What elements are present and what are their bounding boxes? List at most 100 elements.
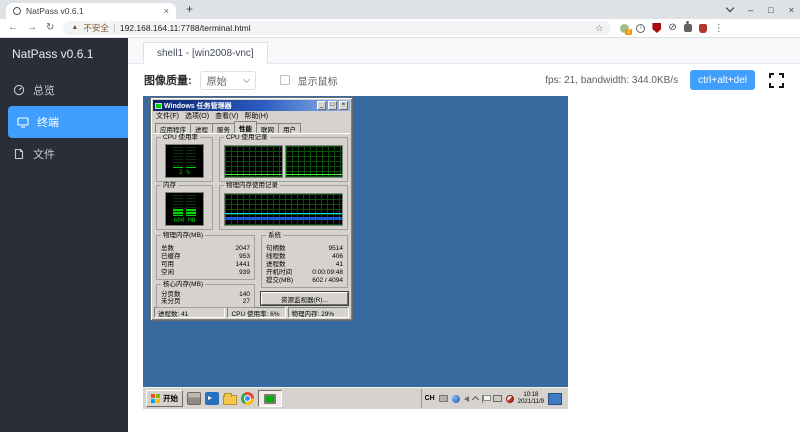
physical-memory-legend: 物理内存(MB) [161,232,206,239]
clock-date: 2021/11/9 [517,398,544,405]
stat-row: 句柄数 9514 [266,244,343,252]
extension-badge: 2 [625,28,633,35]
tab-users[interactable]: 用户 [278,123,301,134]
security-label: 不安全 [83,23,109,33]
gauge-icon [13,84,25,96]
maximize-button[interactable]: □ [768,5,773,15]
taskmgr-tabs: 应用程序 进程 服务 性能 联网 用户 [153,121,350,134]
taskbar-clock[interactable]: 10:18 2021/11/9 [518,392,544,406]
close-button[interactable]: × [789,5,794,15]
memory-history-legend: 物理内存使用记录 [224,182,280,189]
fps-bandwidth-text: fps: 21, bandwidth: 344.0KB/s [545,74,679,86]
start-button[interactable]: 开始 [146,390,183,407]
stat-row: 未分页 27 [161,298,250,305]
tab-performance[interactable]: 性能 [234,121,257,133]
sidebar-item-label: 终端 [37,117,59,129]
volume-tray-icon[interactable] [505,394,514,403]
cpu-usage-legend: CPU 使用率 [161,134,201,141]
memory-legend: 内存 [161,182,178,189]
vnc-canvas[interactable]: Windows 任务管理器 _ □ × 文件(F) 选项(O) 查看(V) 帮助… [143,96,568,409]
extensions-puzzle-icon[interactable] [683,21,692,32]
memory-gauge: 600 MB [165,192,204,226]
physical-memory-group: 物理内存(MB) 总数 2047 已缓存 953 可用 1441 空闲 939 [156,232,255,280]
show-cursor-checkbox[interactable] [279,75,290,85]
stat-row: 已缓存 953 [161,252,250,260]
cpu-history-graph-1 [224,145,283,178]
start-label: 开始 [163,394,178,403]
printer-tray-icon[interactable] [438,395,448,402]
chevron-down-icon [242,75,250,83]
tab-networking[interactable]: 联网 [256,123,279,134]
powershell-shortcut-icon[interactable] [205,392,219,405]
chrome-shortcut-icon[interactable] [241,392,254,405]
terminal-icon [17,117,29,128]
minimize-button[interactable]: – [748,5,753,15]
browser-tab[interactable]: NatPass v0.6.1 × [6,3,176,19]
language-indicator[interactable]: CH [425,395,435,402]
window-controls: – □ × [726,0,794,19]
taskmgr-maximize-button[interactable]: □ [328,101,337,110]
taskmgr-menubar: 文件(F) 选项(O) 查看(V) 帮助(H) [153,111,350,121]
taskmgr-minimize-button[interactable]: _ [317,101,326,110]
sidebar-item-overview[interactable]: 总览 [0,74,128,106]
session-tabbar: shell1 - [win2008-vnc] [128,38,800,64]
new-tab-button[interactable]: + [186,2,193,16]
system-group: 系统 句柄数 9514 线程数 406 进程数 41 开机时间 0:00:09:48 提… [261,232,348,288]
taskmgr-task-button[interactable] [258,390,282,407]
network-tray-icon[interactable] [492,395,502,402]
taskmgr-titlebar[interactable]: Windows 任务管理器 _ □ × [153,100,350,111]
shield-extension-icon[interactable] [652,23,662,33]
sidebar-item-terminal[interactable]: 终端 [8,106,128,138]
taskmgr-window[interactable]: Windows 任务管理器 _ □ × 文件(F) 选项(O) 查看(V) 帮助… [150,97,353,321]
quality-value: 原始 [206,76,227,88]
stat-row: 可用 1441 [161,261,250,269]
reload-icon[interactable]: ↻ [46,23,54,33]
tab-services[interactable]: 服务 [212,123,235,134]
blocker-extension-icon[interactable]: ⊘ [668,23,676,33]
fullscreen-icon[interactable] [769,72,784,88]
status-processes: 进程数: 41 [154,307,226,318]
server-shortcut-icon[interactable] [187,392,201,405]
app-title: NatPass v0.6.1 [12,47,94,61]
clock-time: 10:18 [523,391,539,398]
network-ball-tray-icon[interactable] [451,394,460,403]
memory-group: 内存 600 MB [156,182,213,230]
tab-close-icon[interactable]: × [164,6,169,16]
cpu-usage-value: 2 % [179,169,190,176]
system-legend: 系统 [266,232,283,239]
security-warning-icon[interactable]: ▲ [71,24,78,32]
red-extension-icon[interactable] [698,23,707,33]
sidebar-item-files[interactable]: 文件 [0,138,128,170]
ctrl-alt-del-button[interactable]: ctrl+alt+del [690,70,755,90]
action-center-flag-icon[interactable] [481,394,491,403]
browser-urlbar: ← → ↻ ▲ 不安全 192.168.164.11:7788/terminal… [0,19,800,38]
tab-processes[interactable]: 进程 [190,123,213,134]
back-icon[interactable]: ← [8,23,18,33]
session-tab[interactable]: shell1 - [win2008-vnc] [143,42,268,64]
quality-select[interactable]: 原始 [199,70,256,90]
tray-expand-icon[interactable] [471,395,479,404]
tab-applications[interactable]: 应用程序 [155,123,191,134]
chevron-down-icon[interactable] [726,3,735,13]
adblock-extension-icon[interactable]: 2 [620,23,633,35]
sidebar-item-label: 文件 [33,149,55,161]
url-text: 192.168.164.11:7788/terminal.html [119,23,251,33]
menu-help[interactable]: 帮助(H) [244,111,268,121]
stat-row: 空闲 939 [161,269,250,277]
speaker-tray-icon[interactable] [463,395,469,402]
show-desktop-icon[interactable] [548,392,562,405]
menu-view[interactable]: 查看(V) [215,111,238,121]
memory-history-graph [224,193,343,226]
taskmgr-task-icon [264,393,276,404]
info-extension-icon[interactable]: i [636,23,646,33]
taskmgr-close-button[interactable]: × [339,101,348,110]
taskmgr-title: Windows 任务管理器 [164,102,232,110]
browser-menu-icon[interactable]: ⋮ [714,23,724,34]
forward-icon[interactable]: → [27,23,37,33]
folder-shortcut-icon[interactable] [223,392,237,405]
menu-file[interactable]: 文件(F) [156,111,179,121]
bookmark-star-icon[interactable]: ☆ [595,23,603,34]
menu-options[interactable]: 选项(O) [185,111,209,121]
resource-monitor-button[interactable]: 资源监视器(R)... [261,292,348,305]
url-input[interactable]: ▲ 不安全 192.168.164.11:7788/terminal.html … [63,21,612,35]
